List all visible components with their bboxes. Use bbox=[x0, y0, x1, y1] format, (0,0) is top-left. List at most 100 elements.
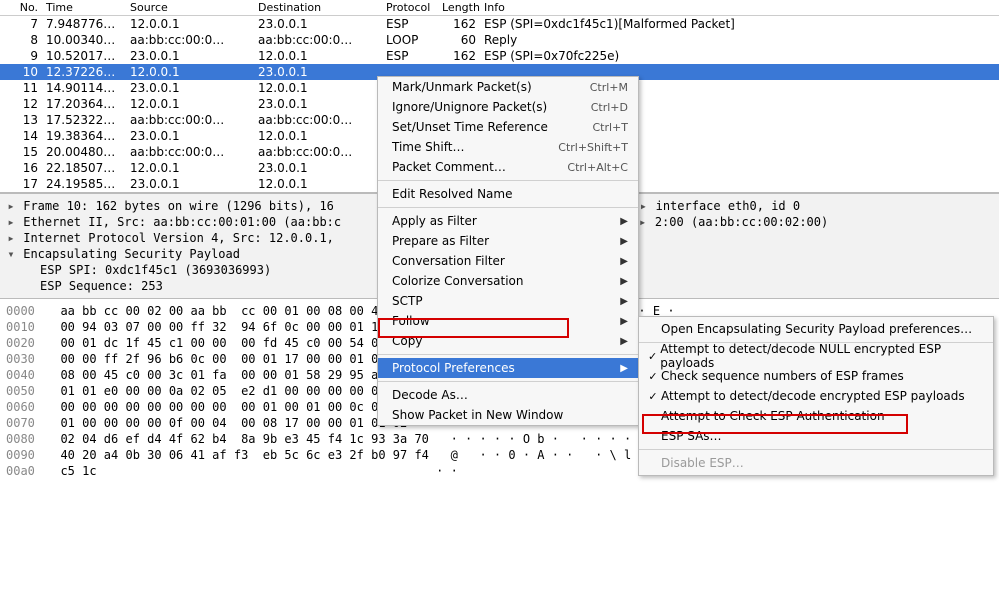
menu-item-label: Conversation Filter bbox=[392, 254, 618, 268]
menu-item[interactable]: Mark/Unmark Packet(s)Ctrl+M bbox=[378, 77, 638, 97]
cell-src: 12.0.0.1 bbox=[126, 17, 254, 31]
menu-item[interactable]: Protocol Preferences▶ bbox=[378, 358, 638, 378]
cell-dst: aa:bb:cc:00:0… bbox=[254, 145, 382, 159]
col-header-protocol[interactable]: Protocol bbox=[382, 1, 438, 14]
hex-bytes: 08 00 45 c0 00 3c 01 fa 00 00 01 58 29 9… bbox=[46, 368, 414, 382]
hex-offset: 0010 bbox=[6, 319, 46, 335]
col-header-time[interactable]: Time bbox=[42, 1, 126, 14]
cell-dst: aa:bb:cc:00:0… bbox=[254, 33, 382, 47]
expand-icon: ▸ bbox=[638, 214, 648, 230]
submenu-detect-encrypted[interactable]: ✓Attempt to detect/decode encrypted ESP … bbox=[639, 386, 993, 406]
cell-src: 23.0.0.1 bbox=[126, 49, 254, 63]
packet-list-header: No. Time Source Destination Protocol Len… bbox=[0, 0, 999, 16]
menu-item[interactable]: Copy▶ bbox=[378, 331, 638, 351]
submenu-separator bbox=[639, 449, 993, 450]
col-header-length[interactable]: Length bbox=[438, 1, 480, 14]
menu-item[interactable]: Time Shift…Ctrl+Shift+T bbox=[378, 137, 638, 157]
menu-shortcut: Ctrl+Alt+C bbox=[567, 161, 628, 174]
cell-no: 15 bbox=[0, 145, 42, 159]
packet-row[interactable]: 77.948776…12.0.0.123.0.0.1ESP162ESP (SPI… bbox=[0, 16, 999, 32]
menu-item[interactable]: Packet Comment…Ctrl+Alt+C bbox=[378, 157, 638, 177]
menu-item-label: Copy bbox=[392, 334, 618, 348]
submenu-arrow-icon: ▶ bbox=[618, 256, 628, 267]
detail-text: ESP SPI: 0xdc1f45c1 (3693036993) bbox=[40, 263, 271, 277]
cell-src: 23.0.0.1 bbox=[126, 81, 254, 95]
cell-time: 10.52017… bbox=[42, 49, 126, 63]
col-header-no[interactable]: No. bbox=[0, 1, 42, 14]
cell-no: 9 bbox=[0, 49, 42, 63]
cell-time: 22.18507… bbox=[42, 161, 126, 175]
hex-offset: 0080 bbox=[6, 431, 46, 447]
expand-icon[interactable]: ▸ bbox=[6, 214, 16, 230]
hex-bytes: c5 1c bbox=[46, 464, 414, 478]
menu-item[interactable]: SCTP▶ bbox=[378, 291, 638, 311]
expand-icon[interactable]: ▸ bbox=[6, 230, 16, 246]
menu-item-label: Time Shift… bbox=[392, 140, 558, 154]
hex-bytes: 40 20 a4 0b 30 06 41 af f3 eb 5c 6c e3 2… bbox=[46, 448, 429, 462]
cell-src: 12.0.0.1 bbox=[126, 161, 254, 175]
cell-src: 23.0.0.1 bbox=[126, 129, 254, 143]
cell-no: 7 bbox=[0, 17, 42, 31]
menu-item[interactable]: Colorize Conversation▶ bbox=[378, 271, 638, 291]
cell-no: 17 bbox=[0, 177, 42, 191]
menu-item-label: SCTP bbox=[392, 294, 618, 308]
menu-item[interactable]: Ignore/Unignore Packet(s)Ctrl+D bbox=[378, 97, 638, 117]
hex-bytes: 01 00 00 00 00 0f 00 04 00 08 17 00 00 0… bbox=[46, 416, 414, 430]
submenu-arrow-icon: ▶ bbox=[618, 363, 628, 374]
cell-time: 10.00340… bbox=[42, 33, 126, 47]
menu-item[interactable]: Prepare as Filter▶ bbox=[378, 231, 638, 251]
hex-offset: 0000 bbox=[6, 303, 46, 319]
packet-row[interactable]: 910.52017…23.0.0.112.0.0.1ESP162ESP (SPI… bbox=[0, 48, 999, 64]
cell-dst: 12.0.0.1 bbox=[254, 81, 382, 95]
cell-dst: 23.0.0.1 bbox=[254, 65, 382, 79]
submenu-disable-esp[interactable]: Disable ESP… bbox=[639, 453, 993, 473]
hex-offset: 0050 bbox=[6, 383, 46, 399]
menu-separator bbox=[378, 180, 638, 181]
cell-len: 162 bbox=[438, 17, 480, 31]
menu-item-label: Mark/Unmark Packet(s) bbox=[392, 80, 590, 94]
col-header-info[interactable]: Info bbox=[480, 1, 999, 14]
submenu-arrow-icon: ▶ bbox=[618, 236, 628, 247]
menu-item[interactable]: Apply as Filter▶ bbox=[378, 211, 638, 231]
cell-src: aa:bb:cc:00:0… bbox=[126, 113, 254, 127]
menu-item-label: Set/Unset Time Reference bbox=[392, 120, 592, 134]
cell-time: 19.38364… bbox=[42, 129, 126, 143]
col-header-destination[interactable]: Destination bbox=[254, 1, 382, 14]
cell-no: 8 bbox=[0, 33, 42, 47]
cell-len: 162 bbox=[438, 49, 480, 63]
hex-bytes: 00 00 00 00 00 00 00 00 00 01 00 01 00 0… bbox=[46, 400, 414, 414]
detail-text: 2:00 (aa:bb:cc:00:02:00) bbox=[655, 215, 828, 229]
submenu-arrow-icon: ▶ bbox=[618, 296, 628, 307]
cell-info: ESP (SPI=0xdc1f45c1)[Malformed Packet] bbox=[480, 17, 999, 31]
protocol-preferences-submenu: Open Encapsulating Security Payload pref… bbox=[638, 316, 994, 476]
menu-shortcut: Ctrl+T bbox=[592, 121, 628, 134]
packet-row[interactable]: 810.00340…aa:bb:cc:00:0…aa:bb:cc:00:0…LO… bbox=[0, 32, 999, 48]
menu-item-label: Ignore/Unignore Packet(s) bbox=[392, 100, 591, 114]
menu-item[interactable]: Set/Unset Time ReferenceCtrl+T bbox=[378, 117, 638, 137]
submenu-arrow-icon: ▶ bbox=[618, 316, 628, 327]
cell-dst: 12.0.0.1 bbox=[254, 129, 382, 143]
cell-time: 17.20364… bbox=[42, 97, 126, 111]
submenu-null-encrypted[interactable]: ✓Attempt to detect/decode NULL encrypted… bbox=[639, 346, 993, 366]
menu-item[interactable]: Show Packet in New Window bbox=[378, 405, 638, 425]
col-header-source[interactable]: Source bbox=[126, 1, 254, 14]
menu-item-label: Show Packet in New Window bbox=[392, 408, 628, 422]
submenu-check-auth[interactable]: Attempt to Check ESP Authentication bbox=[639, 406, 993, 426]
hex-offset: 0070 bbox=[6, 415, 46, 431]
cell-dst: 23.0.0.1 bbox=[254, 161, 382, 175]
checkmark-icon: ✓ bbox=[645, 350, 660, 363]
cell-len: 60 bbox=[438, 33, 480, 47]
collapse-icon[interactable]: ▾ bbox=[6, 246, 16, 262]
menu-item[interactable]: Edit Resolved Name bbox=[378, 184, 638, 204]
menu-item[interactable]: Conversation Filter▶ bbox=[378, 251, 638, 271]
cell-proto: ESP bbox=[382, 49, 438, 63]
menu-item[interactable]: Decode As… bbox=[378, 385, 638, 405]
cell-no: 12 bbox=[0, 97, 42, 111]
menu-item[interactable]: Follow▶ bbox=[378, 311, 638, 331]
submenu-open-prefs[interactable]: Open Encapsulating Security Payload pref… bbox=[639, 319, 993, 339]
submenu-arrow-icon: ▶ bbox=[618, 216, 628, 227]
menu-item-label: Apply as Filter bbox=[392, 214, 618, 228]
expand-icon[interactable]: ▸ bbox=[6, 198, 16, 214]
hex-offset: 00a0 bbox=[6, 463, 46, 479]
submenu-esp-sas[interactable]: ESP SAs… bbox=[639, 426, 993, 446]
